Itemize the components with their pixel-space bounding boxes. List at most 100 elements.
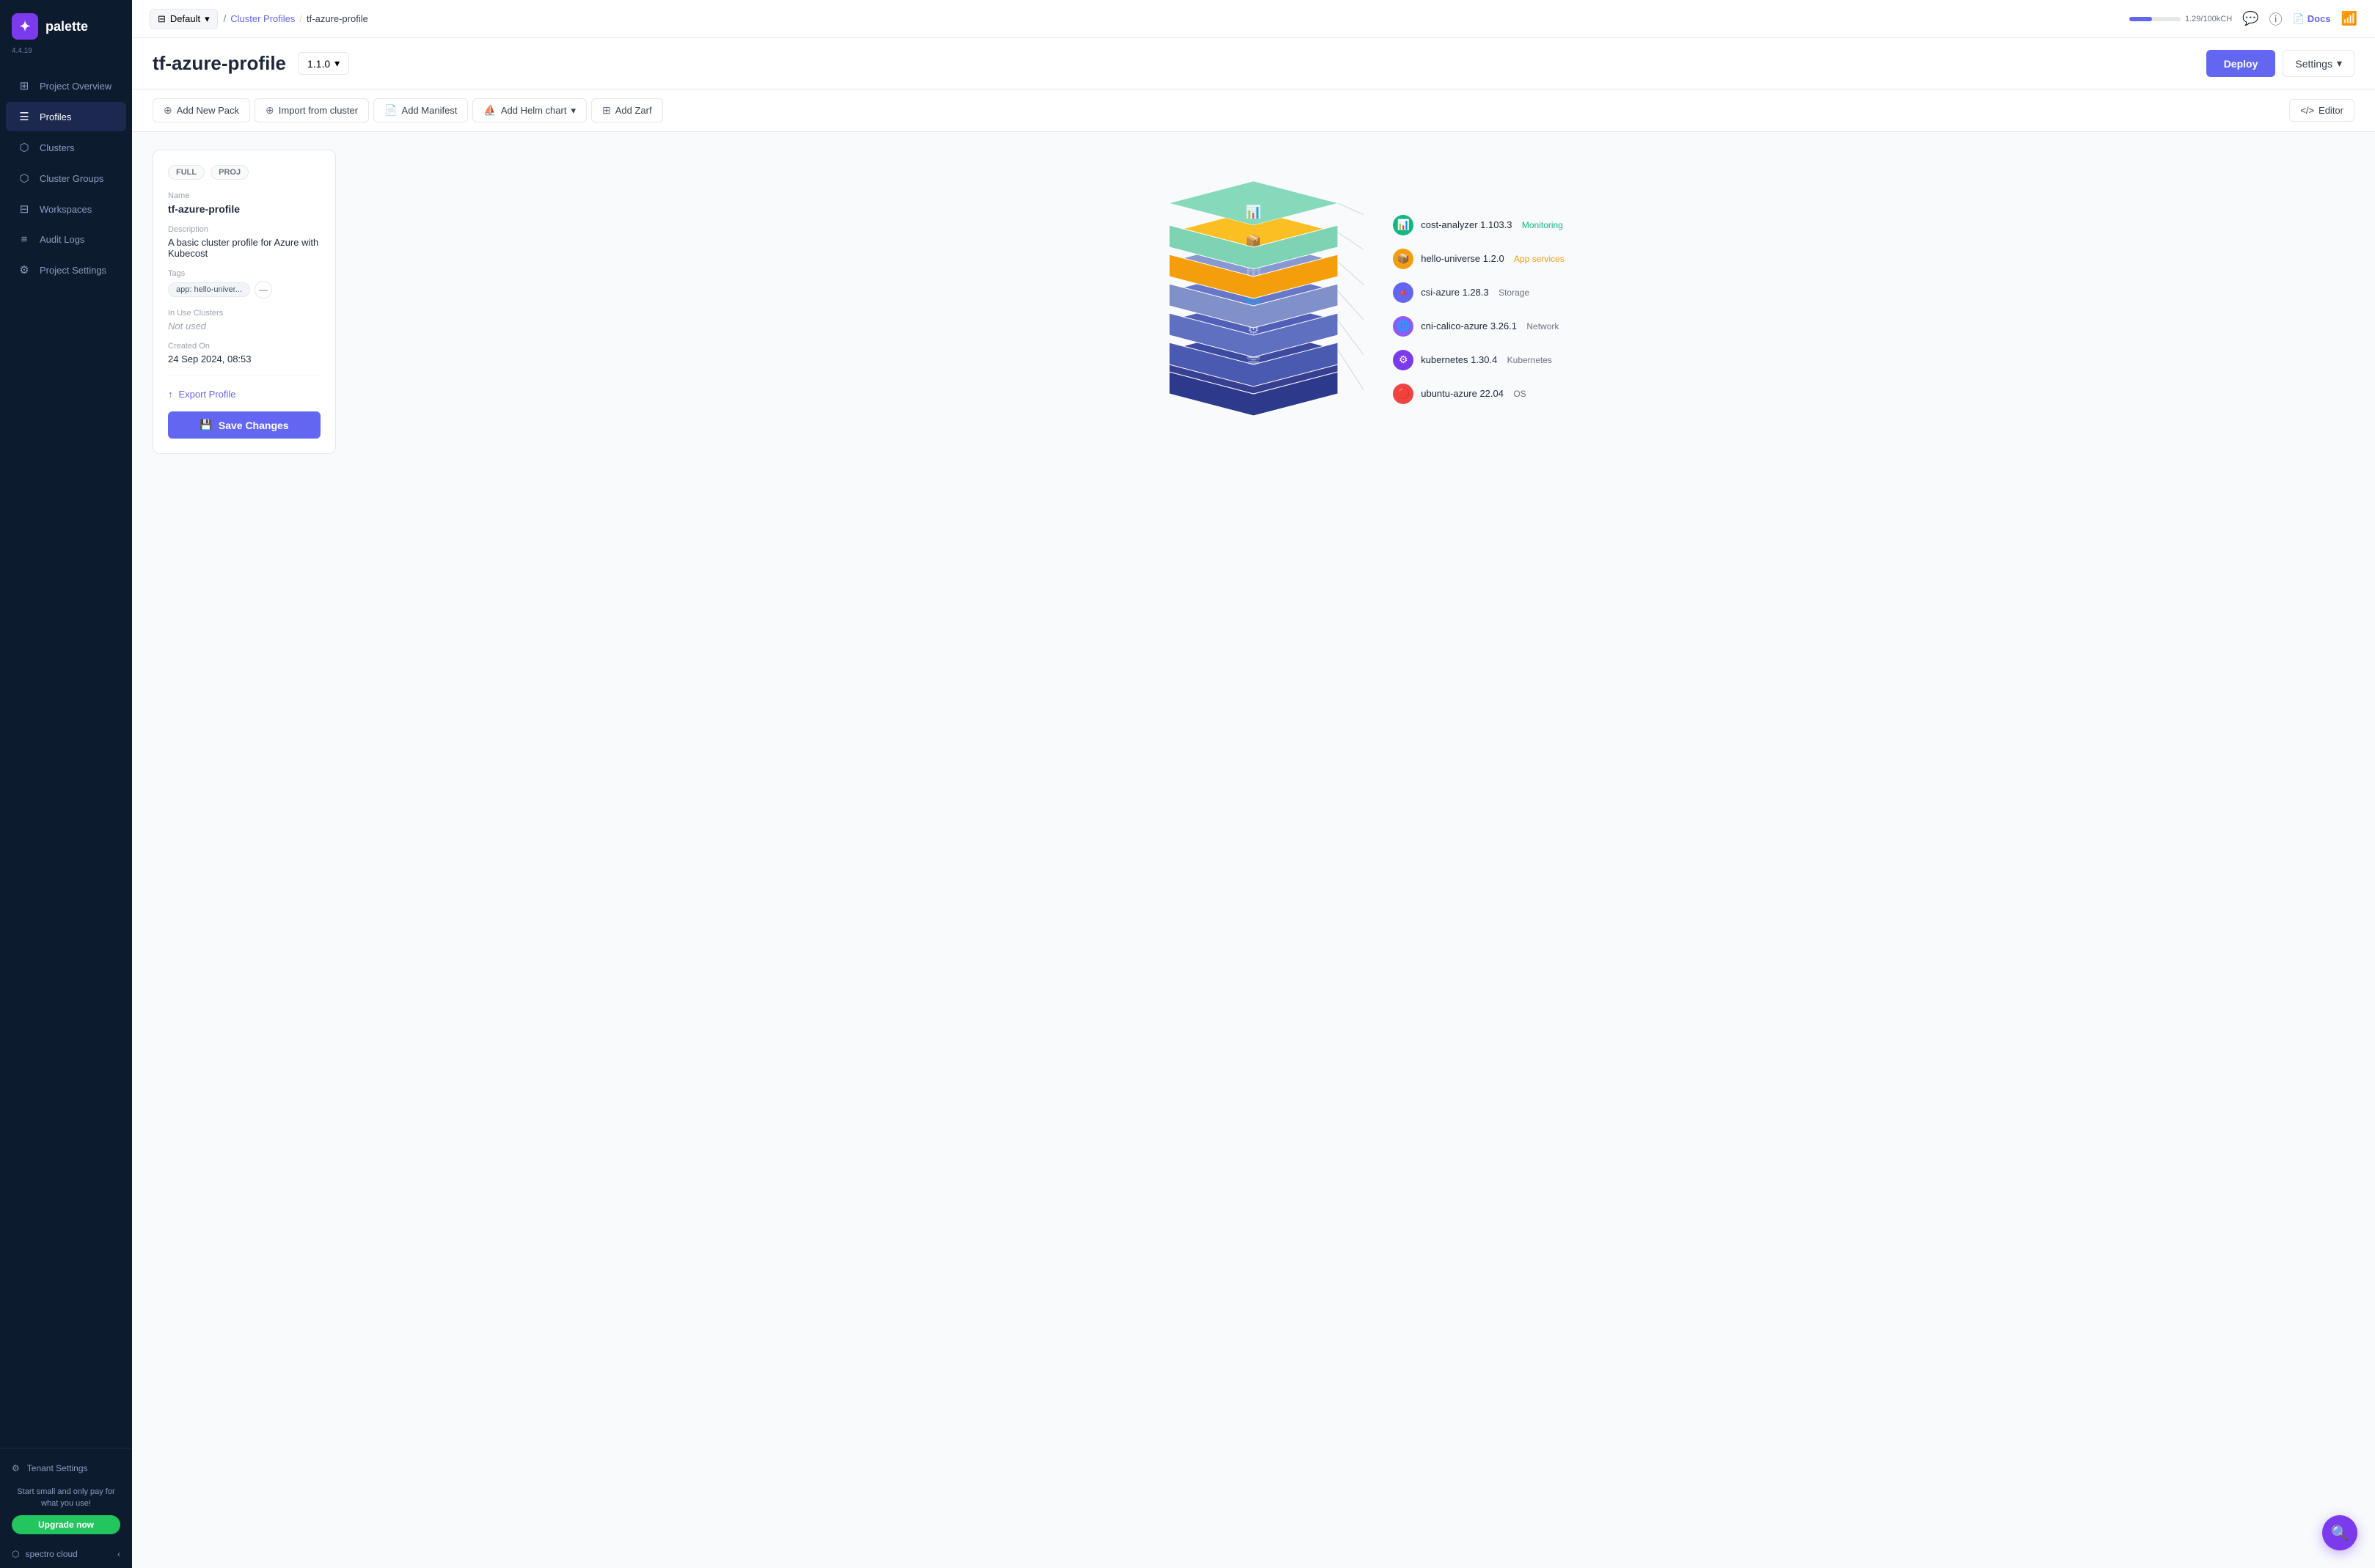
project-overview-icon: ⊞: [18, 79, 31, 92]
upgrade-box: Start small and only pay for what you us…: [12, 1479, 120, 1542]
app-services-icon: 📦: [1393, 249, 1413, 269]
app-services-name: hello-universe 1.2.0: [1421, 253, 1504, 264]
workspace-label: Default: [170, 13, 200, 24]
settings-button[interactable]: Settings ▾: [2283, 50, 2354, 77]
svg-text:📊: 📊: [1245, 204, 1262, 219]
add-manifest-button[interactable]: 📄 Add Manifest: [373, 98, 468, 122]
layer-row-storage[interactable]: 🔺 csi-azure 1.28.3 Storage: [1393, 282, 1565, 303]
monitoring-category: Monitoring: [1522, 220, 1563, 230]
workspace-icon: ⊟: [158, 13, 166, 25]
help-icon[interactable]: ⓘ: [2269, 10, 2283, 29]
os-name: ubuntu-azure 22.04: [1421, 388, 1504, 399]
sidebar-item-audit-logs[interactable]: ≡ Audit Logs: [6, 225, 126, 254]
app-services-category: App services: [1514, 254, 1565, 264]
badge-full: FULL: [168, 165, 205, 180]
sidebar-item-tenant-settings[interactable]: ⚙ Tenant Settings: [12, 1457, 120, 1479]
created-label: Created On: [168, 342, 321, 351]
topbar: ⊟ Default ▾ / Cluster Profiles / tf-azur…: [132, 0, 2375, 38]
dropdown-chevron-icon: ▾: [205, 13, 210, 25]
chat-fab-button[interactable]: 🔍: [2322, 1515, 2357, 1550]
export-label: Export Profile: [179, 389, 236, 400]
add-pack-button[interactable]: ⊕ Add New Pack: [153, 98, 250, 122]
layer-row-os[interactable]: 🔴 ubuntu-azure 22.04 OS: [1393, 384, 1565, 404]
sidebar-item-project-settings[interactable]: ⚙ Project Settings: [6, 255, 126, 285]
page-header: tf-azure-profile 1.1.0 ▾ Deploy Settings…: [132, 38, 2375, 89]
collapse-icon[interactable]: ‹: [117, 1549, 120, 1559]
add-zarf-label: Add Zarf: [615, 105, 652, 116]
save-changes-button[interactable]: 💾 Save Changes: [168, 411, 321, 439]
in-use-label: In Use Clusters: [168, 309, 321, 318]
chat-icon[interactable]: 💬: [2242, 11, 2258, 26]
breadcrumb-parent-link[interactable]: Cluster Profiles: [230, 13, 295, 24]
sidebar-item-workspaces[interactable]: ⊟ Workspaces: [6, 194, 126, 224]
layer-row-kubernetes[interactable]: ⚙ kubernetes 1.30.4 Kubernetes: [1393, 350, 1565, 370]
layer-row-monitoring[interactable]: 📊 cost-analyzer 1.103.3 Monitoring: [1393, 215, 1565, 235]
spectro-cloud-icon: ⬡: [12, 1549, 19, 1559]
layer-info-network: cni-calico-azure 3.26.1 Network: [1421, 320, 1559, 333]
layer-row-network[interactable]: 🌐 cni-calico-azure 3.26.1 Network: [1393, 316, 1565, 337]
tags-label: Tags: [168, 269, 321, 278]
add-helm-button[interactable]: ⛵ Add Helm chart ▾: [472, 98, 587, 122]
add-manifest-icon: 📄: [384, 104, 397, 117]
settings-chevron-icon: ▾: [2337, 57, 2342, 70]
usage-text: 1.29/100kCH: [2185, 15, 2232, 23]
tags-row: app: hello-univer... —: [168, 281, 321, 298]
page-title-row: tf-azure-profile 1.1.0 ▾ Deploy Settings…: [153, 50, 2354, 77]
save-label: Save Changes: [219, 420, 289, 431]
tag-more[interactable]: —: [255, 281, 272, 298]
version: 4.4.19: [0, 47, 132, 64]
tenant-settings-icon: ⚙: [12, 1463, 20, 1473]
sidebar-item-cluster-groups[interactable]: ⬡ Cluster Groups: [6, 164, 126, 193]
version-selector[interactable]: 1.1.0 ▾: [298, 52, 349, 75]
add-zarf-button[interactable]: ⊞ Add Zarf: [591, 98, 663, 122]
stack-visual-area: 🖥 ⚙ 🌐: [1143, 177, 1565, 427]
export-profile-button[interactable]: ↑ Export Profile: [168, 384, 321, 404]
workspace-selector[interactable]: ⊟ Default ▾: [150, 9, 218, 29]
toolbar-right: </> Editor: [2289, 99, 2354, 122]
upgrade-button[interactable]: Upgrade now: [12, 1515, 120, 1534]
sidebar: ✦ palette 4.4.19 ⊞ Project Overview ☰ Pr…: [0, 0, 132, 1568]
upgrade-text: Start small and only pay for what you us…: [12, 1487, 120, 1509]
sidebar-item-label: Workspaces: [40, 204, 92, 215]
deploy-button[interactable]: Deploy: [2206, 50, 2276, 77]
chat-fab-icon: 🔍: [2331, 1524, 2349, 1542]
tag-chip-1: app: hello-univer...: [168, 282, 250, 297]
project-settings-icon: ⚙: [18, 263, 31, 276]
network-icon: 🌐: [1393, 316, 1413, 337]
sidebar-item-profiles[interactable]: ☰ Profiles: [6, 102, 126, 131]
sidebar-item-label: Project Overview: [40, 81, 111, 92]
logo-icon: ✦: [12, 13, 38, 40]
editor-label: Editor: [2319, 105, 2343, 116]
logo-text: palette: [45, 19, 88, 34]
sidebar-item-project-overview[interactable]: ⊞ Project Overview: [6, 71, 126, 100]
name-label: Name: [168, 191, 321, 200]
nav-menu: ⊞ Project Overview ☰ Profiles ⬡ Clusters…: [0, 64, 132, 1448]
import-cluster-button[interactable]: ⊕ Import from cluster: [255, 98, 369, 122]
connector-k8s: [1338, 320, 1364, 364]
cluster-groups-icon: ⬡: [18, 172, 31, 185]
page-title: tf-azure-profile: [153, 52, 286, 75]
import-cluster-icon: ⊕: [266, 104, 274, 117]
import-cluster-label: Import from cluster: [279, 105, 358, 116]
add-pack-icon: ⊕: [164, 104, 172, 117]
sidebar-item-clusters[interactable]: ⬡ Clusters: [6, 133, 126, 162]
created-value: 24 Sep 2024, 08:53: [168, 353, 321, 364]
topbar-left: ⊟ Default ▾ / Cluster Profiles / tf-azur…: [150, 9, 2120, 29]
stack-visualization: 🖥 ⚙ 🌐: [354, 150, 2354, 454]
audit-logs-icon: ≡: [18, 233, 31, 246]
editor-button[interactable]: </> Editor: [2289, 99, 2354, 122]
breadcrumb-current: tf-azure-profile: [307, 13, 368, 24]
clusters-icon: ⬡: [18, 141, 31, 154]
storage-icon: 🔺: [1393, 282, 1413, 303]
spectro-cloud-label-area: ⬡ spectro cloud: [12, 1549, 78, 1559]
logo-area: ✦ palette: [0, 0, 132, 47]
page-title-left: tf-azure-profile 1.1.0 ▾: [153, 52, 349, 75]
main-area: ⊟ Default ▾ / Cluster Profiles / tf-azur…: [132, 0, 2375, 1568]
network-name: cni-calico-azure 3.26.1: [1421, 320, 1517, 331]
toolbar: ⊕ Add New Pack ⊕ Import from cluster 📄 A…: [132, 89, 2375, 132]
monitoring-name: cost-analyzer 1.103.3: [1421, 219, 1512, 230]
layer-row-app-services[interactable]: 📦 hello-universe 1.2.0 App services: [1393, 249, 1565, 269]
docs-link[interactable]: 📄 Docs: [2293, 13, 2331, 25]
add-pack-label: Add New Pack: [177, 105, 239, 116]
os-icon: 🔴: [1393, 384, 1413, 404]
